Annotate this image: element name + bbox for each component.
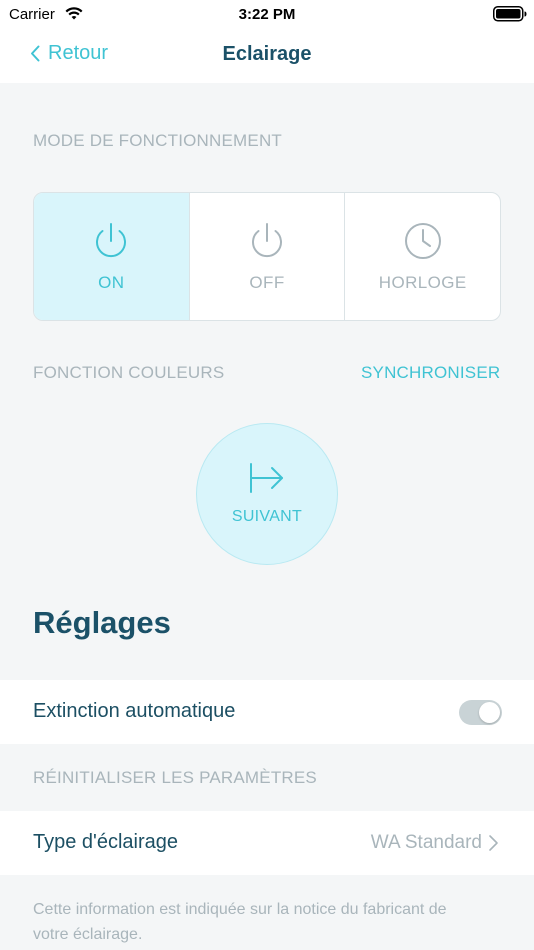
next-button[interactable]: SUIVANT xyxy=(196,423,338,565)
settings-title: Réglages xyxy=(33,605,171,640)
reset-settings-button[interactable]: RÉINITIALISER LES PARAMÈTRES xyxy=(33,768,317,788)
mode-option-label: HORLOGE xyxy=(378,272,467,292)
lighting-type-value: WA Standard xyxy=(370,832,482,853)
auto-off-label: Extinction automatique xyxy=(33,700,236,722)
lighting-footnote: Cette information est indiquée sur la no… xyxy=(33,901,447,943)
mode-selector: ON OFF HORLOGE xyxy=(33,192,501,321)
next-label: SUIVANT xyxy=(231,508,303,525)
auto-off-toggle[interactable] xyxy=(459,700,502,725)
mode-option-label: ON xyxy=(98,272,125,292)
clock-time: 3:22 PM xyxy=(238,6,296,23)
lighting-type-row[interactable]: Type d'éclairage WA Standard xyxy=(0,811,534,875)
lighting-type-label: Type d'éclairage xyxy=(33,831,179,853)
page-title: Eclairage xyxy=(222,43,312,65)
mode-option-horloge[interactable]: HORLOGE xyxy=(345,193,500,320)
navigation-bar: Retour Eclairage xyxy=(0,30,534,83)
power-icon xyxy=(252,222,282,257)
power-icon xyxy=(96,222,127,257)
mode-option-on[interactable]: ON xyxy=(34,193,190,320)
clock-icon xyxy=(404,222,441,259)
arrow-right-to-bar-icon xyxy=(250,463,283,493)
battery-icon xyxy=(493,6,527,22)
status-bar: Carrier 3:22 PM xyxy=(0,0,534,30)
chevron-right-icon xyxy=(489,835,498,851)
mode-section-label: MODE DE FONCTIONNEMENT xyxy=(33,131,283,150)
color-section-label: FONCTION COULEURS xyxy=(33,363,225,382)
toggle-knob xyxy=(479,702,500,723)
auto-off-row: Extinction automatique xyxy=(0,680,534,744)
mode-option-label: OFF xyxy=(249,272,285,292)
mode-option-off[interactable]: OFF xyxy=(190,193,346,320)
synchronize-button[interactable]: SYNCHRONISER xyxy=(361,363,500,383)
